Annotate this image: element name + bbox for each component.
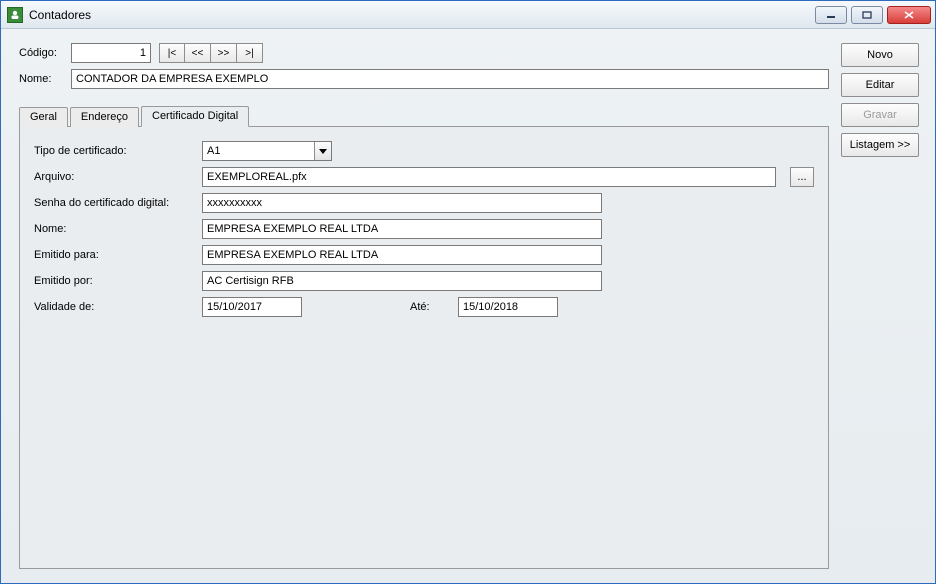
titlebar: Contadores bbox=[1, 1, 935, 29]
cert-nome-field: EMPRESA EXEMPLO REAL LTDA bbox=[202, 219, 602, 239]
nav-last-button[interactable]: >| bbox=[237, 43, 263, 63]
tipo-certificado-row: Tipo de certificado: A1 bbox=[34, 141, 814, 161]
senha-label: Senha do certificado digital: bbox=[34, 197, 194, 209]
nav-next-button[interactable]: >> bbox=[211, 43, 237, 63]
senha-field[interactable]: xxxxxxxxxx bbox=[202, 193, 602, 213]
validade-ate-value: 15/10/2018 bbox=[463, 301, 518, 313]
cert-nome-row: Nome: EMPRESA EXEMPLO REAL LTDA bbox=[34, 219, 814, 239]
editar-button[interactable]: Editar bbox=[841, 73, 919, 97]
window-title: Contadores bbox=[29, 8, 91, 22]
app-icon bbox=[7, 7, 23, 23]
tipo-certificado-value: A1 bbox=[207, 145, 220, 157]
arquivo-field[interactable]: EXEMPLOREAL.pfx bbox=[202, 167, 776, 187]
senha-value: xxxxxxxxxx bbox=[207, 197, 262, 209]
nome-label: Nome: bbox=[19, 73, 63, 85]
emitido-por-value: AC Certisign RFB bbox=[207, 275, 294, 287]
minimize-button[interactable] bbox=[815, 6, 847, 24]
nome-row: Nome: bbox=[19, 69, 829, 89]
codigo-label: Código: bbox=[19, 47, 63, 59]
browse-button[interactable]: ... bbox=[790, 167, 814, 187]
emitido-para-row: Emitido para: EMPRESA EXEMPLO REAL LTDA bbox=[34, 245, 814, 265]
codigo-input[interactable] bbox=[71, 43, 151, 63]
tab-geral[interactable]: Geral bbox=[19, 107, 68, 127]
emitido-por-field: AC Certisign RFB bbox=[202, 271, 602, 291]
arquivo-row: Arquivo: EXEMPLOREAL.pfx ... bbox=[34, 167, 814, 187]
app-window: Contadores Código: |< << >> bbox=[0, 0, 936, 584]
record-nav: |< << >> >| bbox=[159, 43, 263, 63]
emitido-para-label: Emitido para: bbox=[34, 249, 194, 261]
close-button[interactable] bbox=[887, 6, 931, 24]
client-area: Código: |< << >> >| Nome: Geral Endereço… bbox=[1, 29, 935, 583]
validade-de-field: 15/10/2017 bbox=[202, 297, 302, 317]
cert-nome-value: EMPRESA EXEMPLO REAL LTDA bbox=[207, 223, 378, 235]
minimize-icon bbox=[826, 11, 836, 19]
chevron-down-icon bbox=[314, 142, 331, 160]
tab-endereco[interactable]: Endereço bbox=[70, 107, 139, 127]
maximize-icon bbox=[862, 11, 872, 19]
validade-de-value: 15/10/2017 bbox=[207, 301, 262, 313]
validade-ate-label: Até: bbox=[410, 301, 450, 313]
senha-row: Senha do certificado digital: xxxxxxxxxx bbox=[34, 193, 814, 213]
emitido-para-field: EMPRESA EXEMPLO REAL LTDA bbox=[202, 245, 602, 265]
tab-panel-certificado: Tipo de certificado: A1 Arquivo: EXEMPLO… bbox=[19, 126, 829, 569]
gravar-button[interactable]: Gravar bbox=[841, 103, 919, 127]
tab-certificado-digital[interactable]: Certificado Digital bbox=[141, 106, 249, 127]
emitido-por-label: Emitido por: bbox=[34, 275, 194, 287]
emitido-para-value: EMPRESA EXEMPLO REAL LTDA bbox=[207, 249, 378, 261]
validade-row: Validade de: 15/10/2017 Até: 15/10/2018 bbox=[34, 297, 814, 317]
validade-de-label: Validade de: bbox=[34, 301, 194, 313]
tab-strip: Geral Endereço Certificado Digital bbox=[19, 105, 829, 126]
tipo-certificado-label: Tipo de certificado: bbox=[34, 145, 194, 157]
nav-first-button[interactable]: |< bbox=[159, 43, 185, 63]
arquivo-value: EXEMPLOREAL.pfx bbox=[207, 171, 307, 183]
novo-button[interactable]: Novo bbox=[841, 43, 919, 67]
main-panel: Código: |< << >> >| Nome: Geral Endereço… bbox=[19, 43, 829, 569]
listagem-button[interactable]: Listagem >> bbox=[841, 133, 919, 157]
side-panel: Novo Editar Gravar Listagem >> bbox=[841, 43, 919, 569]
arquivo-label: Arquivo: bbox=[34, 171, 194, 183]
close-icon bbox=[904, 11, 914, 19]
nome-input[interactable] bbox=[71, 69, 829, 89]
maximize-button[interactable] bbox=[851, 6, 883, 24]
emitido-por-row: Emitido por: AC Certisign RFB bbox=[34, 271, 814, 291]
validade-ate-field: 15/10/2018 bbox=[458, 297, 558, 317]
window-controls bbox=[815, 6, 931, 24]
nav-prev-button[interactable]: << bbox=[185, 43, 211, 63]
tipo-certificado-select[interactable]: A1 bbox=[202, 141, 332, 161]
cert-nome-label: Nome: bbox=[34, 223, 194, 235]
codigo-row: Código: |< << >> >| bbox=[19, 43, 829, 63]
